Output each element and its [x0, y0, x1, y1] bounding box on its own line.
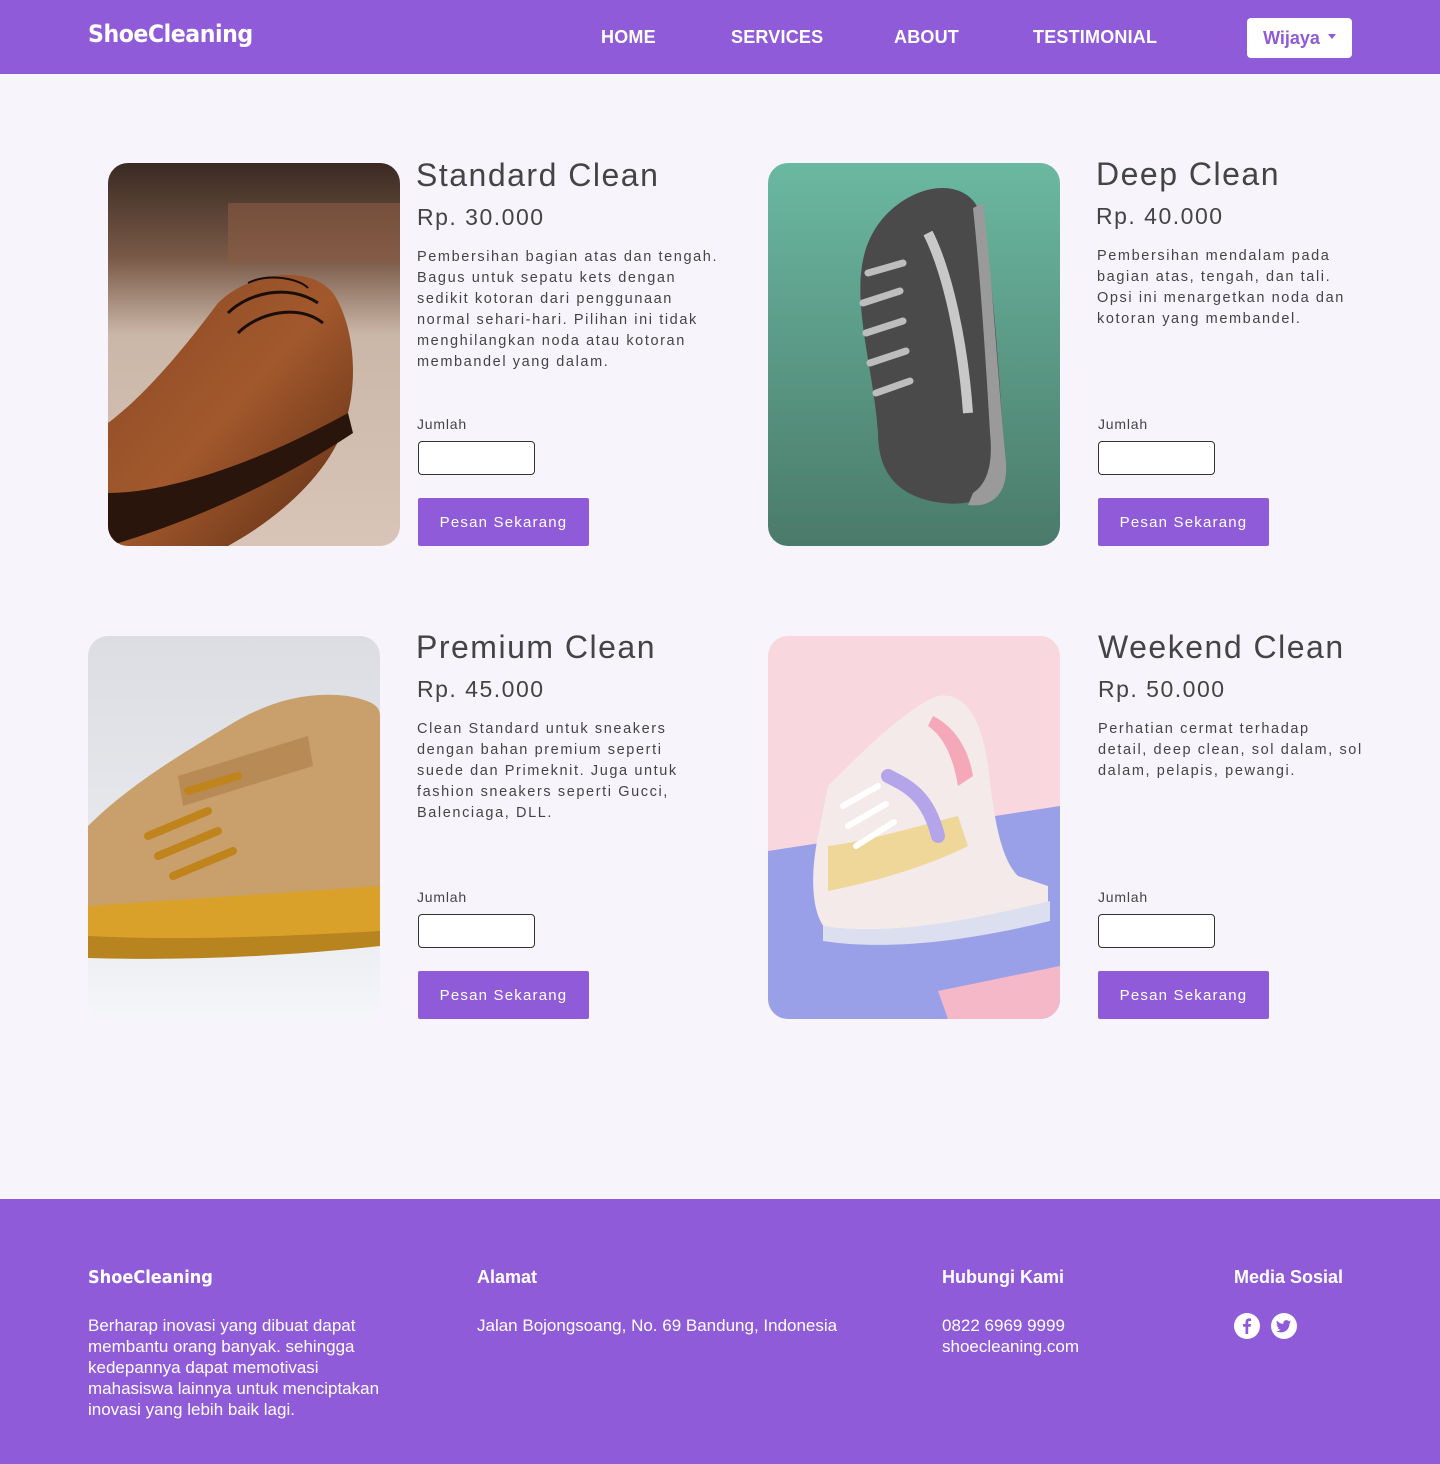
quantity-label: Jumlah — [1098, 416, 1148, 432]
service-price: Rp. 50.000 — [1098, 676, 1226, 702]
facebook-icon[interactable] — [1234, 1313, 1260, 1339]
nav-link-testimonial[interactable]: TESTIMONIAL — [1033, 27, 1157, 48]
nav-link-services[interactable]: SERVICES — [731, 27, 823, 48]
nav-link-about[interactable]: ABOUT — [894, 27, 959, 48]
quantity-input[interactable] — [418, 441, 535, 475]
service-title: Standard Clean — [416, 157, 660, 193]
address-heading: Alamat — [477, 1267, 538, 1287]
address-text: Jalan Bojongsoang, No. 69 Bandung, Indon… — [477, 1316, 838, 1335]
user-dropdown-button[interactable]: Wijaya — [1247, 18, 1352, 58]
nav-link-home[interactable]: HOME — [601, 27, 656, 48]
service-price: Rp. 40.000 — [1096, 203, 1224, 229]
service-title: Weekend Clean — [1098, 629, 1345, 665]
service-image-gray-sneaker — [768, 163, 1060, 546]
quantity-input[interactable] — [418, 914, 535, 948]
order-now-button[interactable]: Pesan Sekarang — [1098, 498, 1269, 546]
service-title: Premium Clean — [416, 629, 657, 665]
order-now-button[interactable]: Pesan Sekarang — [418, 971, 589, 1019]
navbar: ShoeCleaning HOME SERVICES ABOUT TESTIMO… — [0, 0, 1440, 74]
footer: ShoeCleaning Berharap inovasi yang dibua… — [0, 1199, 1440, 1464]
contact-heading: Hubungi Kami — [942, 1267, 1064, 1287]
brand-logo[interactable]: ShoeCleaning — [88, 20, 253, 48]
footer-brand: ShoeCleaning — [88, 1267, 213, 1288]
service-image-suede-high-top — [88, 636, 380, 1019]
footer-tagline: Berharap inovasi yang dibuat dapat memba… — [88, 1316, 380, 1419]
service-description: Perhatian cermat terhadap detail, deep c… — [1098, 721, 1363, 779]
service-image-brown-leather-shoe — [108, 163, 400, 546]
twitter-icon[interactable] — [1271, 1313, 1297, 1339]
caret-down-icon — [1327, 33, 1336, 39]
service-description: Clean Standard untuk sneakers dengan bah… — [417, 721, 678, 821]
quantity-input[interactable] — [1098, 441, 1215, 475]
quantity-label: Jumlah — [417, 889, 467, 905]
service-title: Deep Clean — [1096, 156, 1280, 192]
service-price: Rp. 30.000 — [417, 204, 545, 230]
quantity-input[interactable] — [1098, 914, 1215, 948]
service-price: Rp. 45.000 — [417, 676, 545, 702]
contact-phone[interactable]: 0822 6969 9999 — [942, 1315, 1079, 1336]
contact-website[interactable]: shoecleaning.com — [942, 1336, 1079, 1357]
social-heading: Media Sosial — [1234, 1267, 1344, 1287]
service-image-pastel-sneaker — [768, 636, 1060, 1019]
user-name: Wijaya — [1263, 27, 1320, 48]
contact-info: 0822 6969 9999 shoecleaning.com — [942, 1315, 1079, 1357]
service-description: Pembersihan mendalam pada bagian atas, t… — [1097, 248, 1345, 327]
service-description: Pembersihan bagian atas dan tengah. Bagu… — [417, 249, 719, 370]
quantity-label: Jumlah — [417, 416, 467, 432]
order-now-button[interactable]: Pesan Sekarang — [1098, 971, 1269, 1019]
quantity-label: Jumlah — [1098, 889, 1148, 905]
order-now-button[interactable]: Pesan Sekarang — [418, 498, 589, 546]
